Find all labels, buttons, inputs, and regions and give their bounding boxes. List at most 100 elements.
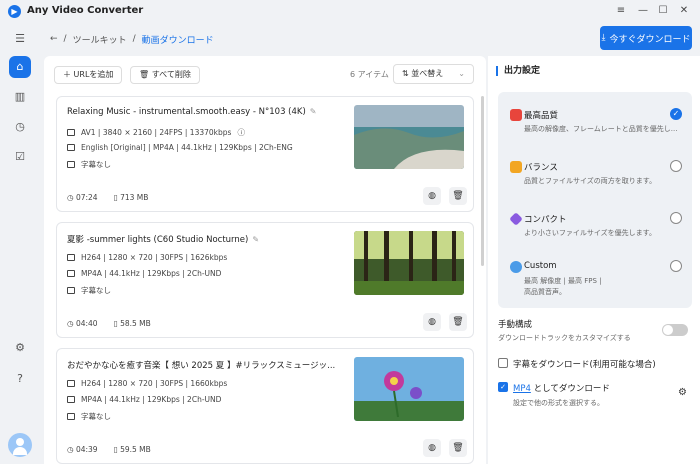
breadcrumb-toolkit[interactable]: ツールキット	[73, 33, 127, 46]
close-button[interactable]: ✕	[677, 4, 691, 18]
video-info: H264 | 1280 × 720 | 30FPS | 1660kbps	[67, 379, 227, 388]
subtitle-info: 字幕なし	[67, 285, 111, 296]
file-size: ▯ 59.5 MB	[114, 445, 151, 454]
maximize-button[interactable]: ☐	[656, 4, 670, 18]
quality-option-balance[interactable]: バランス 品質とファイルサイズの両方を取ります。	[498, 150, 692, 200]
item-title: 夏影 -summer lights (C60 Studio Nocturne) ✎	[67, 233, 259, 245]
file-size: ▯ 713 MB	[114, 193, 149, 202]
item-title: おだやかな心を癒す音楽【 想い 2025 夏 】#リラックスミュージッ...	[67, 359, 335, 371]
audio-icon	[67, 396, 75, 403]
video-icon	[67, 129, 75, 136]
video-thumbnail	[354, 105, 464, 169]
globe-icon[interactable]: ◍	[423, 439, 441, 457]
add-url-button[interactable]: ＋ URLを追加	[54, 66, 123, 84]
manual-config-toggle[interactable]	[662, 324, 688, 336]
mp4-suffix: としてダウンロード	[530, 384, 610, 394]
manual-config-title: 手動構成	[498, 320, 533, 330]
item-title-text: Relaxing Music - instrumental.smooth.eas…	[67, 107, 306, 117]
mp4-format-link[interactable]: MP4	[513, 384, 531, 394]
info-icon[interactable]: ⓘ	[237, 127, 245, 138]
edit-pencil-icon[interactable]: ✎	[310, 107, 317, 116]
back-arrow-icon[interactable]: ←	[50, 34, 58, 44]
audio-info: MP4A | 44.1kHz | 129Kbps | 2Ch-UND	[67, 269, 221, 278]
audio-icon	[67, 270, 75, 277]
item-count: 6 アイテム	[350, 70, 389, 79]
layers-icon	[510, 109, 522, 121]
delete-item-icon[interactable]: 🗑	[449, 313, 467, 331]
subtitle-download-checkbox[interactable]	[498, 358, 508, 368]
item-title-text: おだやかな心を癒す音楽【 想い 2025 夏 】#リラックスミュージッ...	[67, 361, 336, 371]
mp4-download-checkbox[interactable]: ✓	[498, 382, 508, 392]
history-icon[interactable]: ◷	[9, 116, 31, 138]
list-item[interactable]: Relaxing Music - instrumental.smooth.eas…	[56, 96, 474, 212]
download-now-button[interactable]: ⤓ 今すぐダウンロード	[600, 26, 692, 50]
sort-icon: ⇅	[402, 69, 412, 78]
delete-item-icon[interactable]: 🗑	[449, 439, 467, 457]
settings-gear-icon[interactable]: ⚙	[9, 337, 31, 359]
breadcrumb-separator: /	[63, 34, 67, 44]
subtitle-icon	[67, 413, 75, 420]
breadcrumb-separator: /	[132, 34, 136, 44]
tasks-icon[interactable]: ☑	[9, 146, 31, 168]
duration: ◷ 04:39	[67, 445, 98, 454]
item-footer: ◷ 04:39 ▯ 59.5 MB	[67, 445, 151, 454]
compact-icon	[509, 212, 523, 226]
subtitle-info: 字幕なし	[67, 411, 111, 422]
quality-options: 最高品質 最高の解像度、フレームレートと品質を優先し... ✓ バランス 品質と…	[498, 92, 692, 308]
duration: ◷ 04:40	[67, 319, 98, 328]
video-icon	[67, 254, 75, 261]
balance-icon	[510, 161, 522, 173]
radio-selected[interactable]: ✓	[670, 108, 682, 120]
clock-icon: ◷	[67, 193, 76, 202]
subtitle-download-label: 字幕をダウンロード(利用可能な場合)	[513, 360, 656, 370]
file-size-text: 58.5 MB	[120, 319, 151, 328]
globe-icon[interactable]: ◍	[423, 187, 441, 205]
quality-option-best[interactable]: 最高品質 最高の解像度、フレームレートと品質を優先し... ✓	[498, 98, 692, 148]
list-item[interactable]: おだやかな心を癒す音楽【 想い 2025 夏 】#リラックスミュージッ... H…	[56, 348, 474, 464]
download-icon: ⤓	[601, 33, 606, 43]
subtitle-info: 字幕なし	[67, 159, 111, 170]
quality-option-custom[interactable]: Custom 最高 解像度 | 最高 FPS | 高品質音声。	[498, 250, 692, 306]
quality-option-compact[interactable]: コンパクト より小さいファイルサイズを優先します。	[498, 202, 692, 252]
sidebar-collapse-icon[interactable]: ☰	[9, 28, 31, 50]
app-logo-icon: ▶	[8, 5, 21, 18]
library-icon[interactable]: ▥	[9, 86, 31, 108]
globe-icon[interactable]: ◍	[423, 313, 441, 331]
delete-item-icon[interactable]: 🗑	[449, 187, 467, 205]
video-thumbnail	[354, 231, 464, 295]
format-settings-icon[interactable]: ⚙	[678, 387, 687, 398]
video-icon	[67, 380, 75, 387]
title-bar: ▶ Any Video Converter ≡ — ☐ ✕	[0, 0, 700, 24]
breadcrumb-current: 動画ダウンロード	[141, 35, 214, 46]
add-url-label: URLを追加	[73, 70, 114, 79]
manual-config-desc: ダウンロードトラックをカスタマイズする	[498, 334, 631, 342]
subtitle-icon	[67, 161, 75, 168]
radio-unselected[interactable]	[670, 212, 682, 224]
mp4-download-desc: 設定で他の形式を選択する。	[513, 399, 604, 407]
help-icon[interactable]: ?	[9, 368, 31, 390]
audio-info-text: MP4A | 44.1kHz | 129Kbps | 2Ch-UND	[81, 395, 222, 404]
sort-dropdown[interactable]: ⇅ 並べ替え ⌄	[393, 64, 474, 84]
toolkit-icon[interactable]: ⌂	[9, 56, 31, 78]
radio-unselected[interactable]	[670, 260, 682, 272]
subtitle-info-text: 字幕なし	[81, 286, 111, 295]
scrollbar[interactable]	[481, 96, 484, 266]
quality-option-name: 最高品質	[524, 111, 559, 121]
delete-all-button[interactable]: 🗑 すべて削除	[130, 66, 200, 84]
minimize-button[interactable]: —	[636, 4, 650, 18]
quality-option-name: Custom	[524, 261, 557, 271]
radio-unselected[interactable]	[670, 160, 682, 172]
custom-user-icon	[510, 261, 522, 273]
quality-option-desc: 最高の解像度、フレームレートと品質を優先し...	[524, 125, 678, 133]
file-size-text: 59.5 MB	[120, 445, 151, 454]
edit-pencil-icon[interactable]: ✎	[252, 235, 259, 244]
menu-icon[interactable]: ≡	[614, 4, 628, 18]
audio-info-text: MP4A | 44.1kHz | 129Kbps | 2Ch-UND	[81, 269, 222, 278]
quality-option-name: バランス	[524, 163, 558, 173]
file-size: ▯ 58.5 MB	[114, 319, 151, 328]
avatar[interactable]	[8, 433, 32, 457]
subtitle-info-text: 字幕なし	[81, 160, 111, 169]
list-item[interactable]: 夏影 -summer lights (C60 Studio Nocturne) ✎…	[56, 222, 474, 338]
clock-icon: ◷	[67, 319, 76, 328]
video-info: AV1 | 3840 × 2160 | 24FPS | 13370kbps ⓘ	[67, 127, 245, 138]
